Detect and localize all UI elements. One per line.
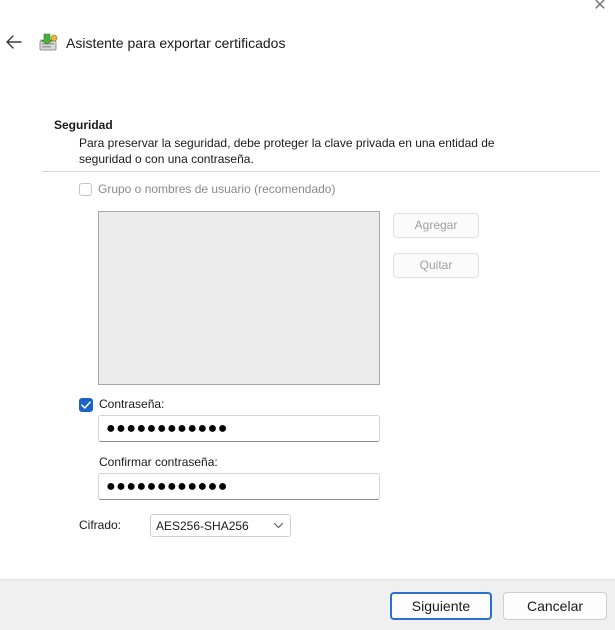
checkmark-icon: [81, 401, 91, 409]
back-button[interactable]: [4, 32, 24, 52]
password-field[interactable]: ●●●●●●●●●●●●: [98, 415, 380, 442]
encryption-select[interactable]: AES256-SHA256: [150, 514, 291, 537]
group-checkbox[interactable]: [79, 183, 92, 196]
section-title: Seguridad: [54, 118, 113, 132]
group-checkbox-label: Grupo o nombres de usuario (recomendado): [98, 182, 336, 196]
cancel-button[interactable]: Cancelar: [503, 592, 607, 620]
add-button[interactable]: Agregar: [393, 213, 479, 238]
next-button[interactable]: Siguiente: [390, 592, 492, 620]
certificate-export-icon: [38, 32, 60, 52]
password-checkbox[interactable]: [79, 398, 93, 412]
remove-button[interactable]: Quitar: [393, 253, 479, 278]
confirm-password-value: ●●●●●●●●●●●●: [106, 477, 228, 495]
chevron-down-icon: [273, 522, 284, 529]
arrow-left-icon: [6, 35, 22, 49]
close-button[interactable]: ✕: [588, 0, 612, 18]
section-divider: [42, 171, 600, 172]
password-value: ●●●●●●●●●●●●: [106, 419, 228, 437]
confirm-password-field[interactable]: ●●●●●●●●●●●●: [98, 473, 380, 500]
password-checkbox-label: Contraseña:: [99, 397, 165, 411]
close-icon: ✕: [593, 0, 607, 14]
section-description: Para preservar la seguridad, debe proteg…: [79, 136, 495, 166]
wizard-title: Asistente para exportar certificados: [66, 35, 286, 51]
encryption-label: Cifrado:: [79, 518, 122, 532]
confirm-password-label: Confirmar contraseña:: [99, 455, 218, 469]
encryption-selected-value: AES256-SHA256: [156, 518, 249, 533]
user-list-box[interactable]: [98, 211, 380, 385]
